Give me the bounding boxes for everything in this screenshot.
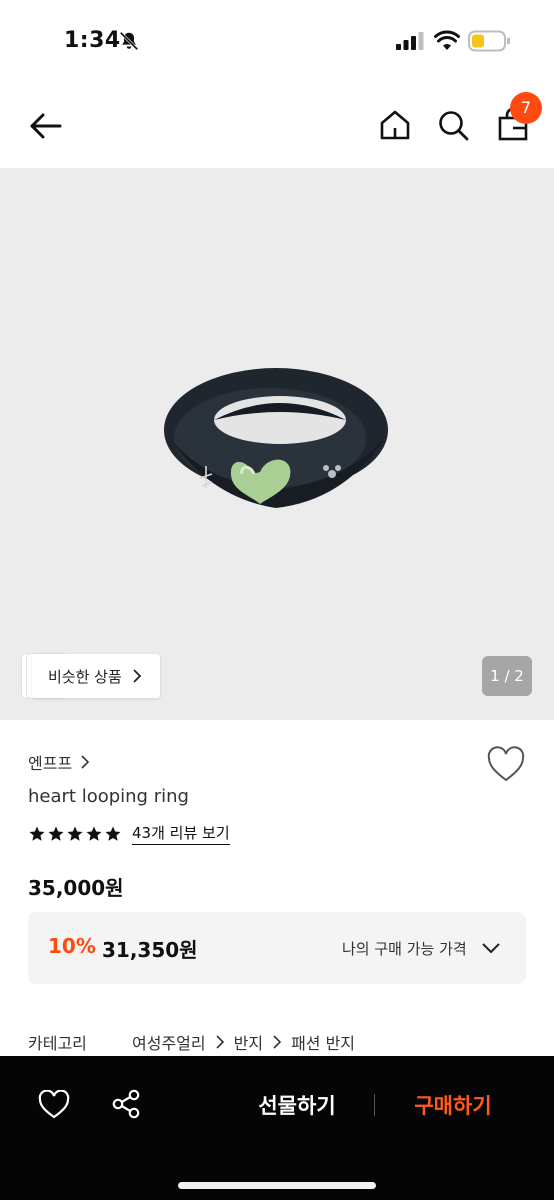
category-label: 카테고리 xyxy=(28,1034,87,1053)
sale-price: 31,350원 xyxy=(102,938,198,962)
star-icon xyxy=(67,826,83,841)
home-icon[interactable] xyxy=(378,108,412,142)
top-nav: 7 xyxy=(0,84,554,168)
similar-products-label: 비슷한 상품 xyxy=(48,667,122,686)
rating-row: 43개 리뷰 보기 xyxy=(28,822,230,845)
star-icon xyxy=(86,826,102,841)
gift-button[interactable]: 선물하기 xyxy=(240,1088,354,1124)
similar-products-button[interactable]: 비슷한 상품 xyxy=(32,654,160,698)
wifi-icon xyxy=(434,30,460,50)
chevron-right-icon xyxy=(81,755,90,769)
home-indicator xyxy=(178,1182,376,1189)
bell-muted-icon xyxy=(119,31,139,51)
chevron-right-icon xyxy=(273,1035,282,1049)
search-icon[interactable] xyxy=(436,108,470,142)
review-link[interactable]: 43개 리뷰 보기 xyxy=(132,822,230,845)
category-crumb[interactable]: 패션 반지 xyxy=(291,1030,355,1054)
category-crumb[interactable]: 반지 xyxy=(234,1030,263,1054)
heart-icon[interactable] xyxy=(486,746,526,784)
chevron-right-icon xyxy=(216,1035,224,1049)
star-icon xyxy=(105,826,121,841)
chevron-right-icon xyxy=(133,669,142,683)
bottom-action-bar: 선물하기 구매하기 xyxy=(0,1056,554,1200)
status-bar: 1:34 xyxy=(0,0,554,84)
signal-icon xyxy=(396,32,424,50)
back-arrow-icon[interactable] xyxy=(26,106,66,146)
discount-rate: 10% xyxy=(48,934,96,958)
product-image-gallery[interactable]: 비슷한 상품 1 / 2 xyxy=(0,168,554,720)
category-row: 카테고리 여성주얼리 반지 패션 반지 xyxy=(28,1030,355,1054)
bar-divider xyxy=(374,1094,375,1116)
star-rating xyxy=(28,825,122,843)
price-box[interactable]: 10% 31,350원 나의 구매 가능 가격 xyxy=(28,912,526,984)
star-icon xyxy=(29,826,45,841)
cart-count-badge: 7 xyxy=(510,92,542,124)
status-time: 1:34 xyxy=(64,28,121,53)
brand-link[interactable]: 엔프프 xyxy=(28,750,90,774)
star-icon xyxy=(48,826,64,841)
product-name: heart looping ring xyxy=(28,786,189,807)
battery-icon xyxy=(468,30,510,52)
category-crumb[interactable]: 여성주얼리 xyxy=(132,1030,206,1054)
brand-name: 엔프프 xyxy=(28,754,73,773)
heart-icon[interactable] xyxy=(38,1090,70,1120)
product-image-ring xyxy=(164,368,388,508)
buy-button[interactable]: 구매하기 xyxy=(396,1088,510,1124)
original-price: 35,000원 xyxy=(28,876,124,900)
share-icon[interactable] xyxy=(110,1088,142,1120)
chevron-down-icon[interactable] xyxy=(480,938,502,958)
image-page-indicator: 1 / 2 xyxy=(482,656,532,696)
my-price-toggle[interactable]: 나의 구매 가능 가격 xyxy=(342,938,467,959)
